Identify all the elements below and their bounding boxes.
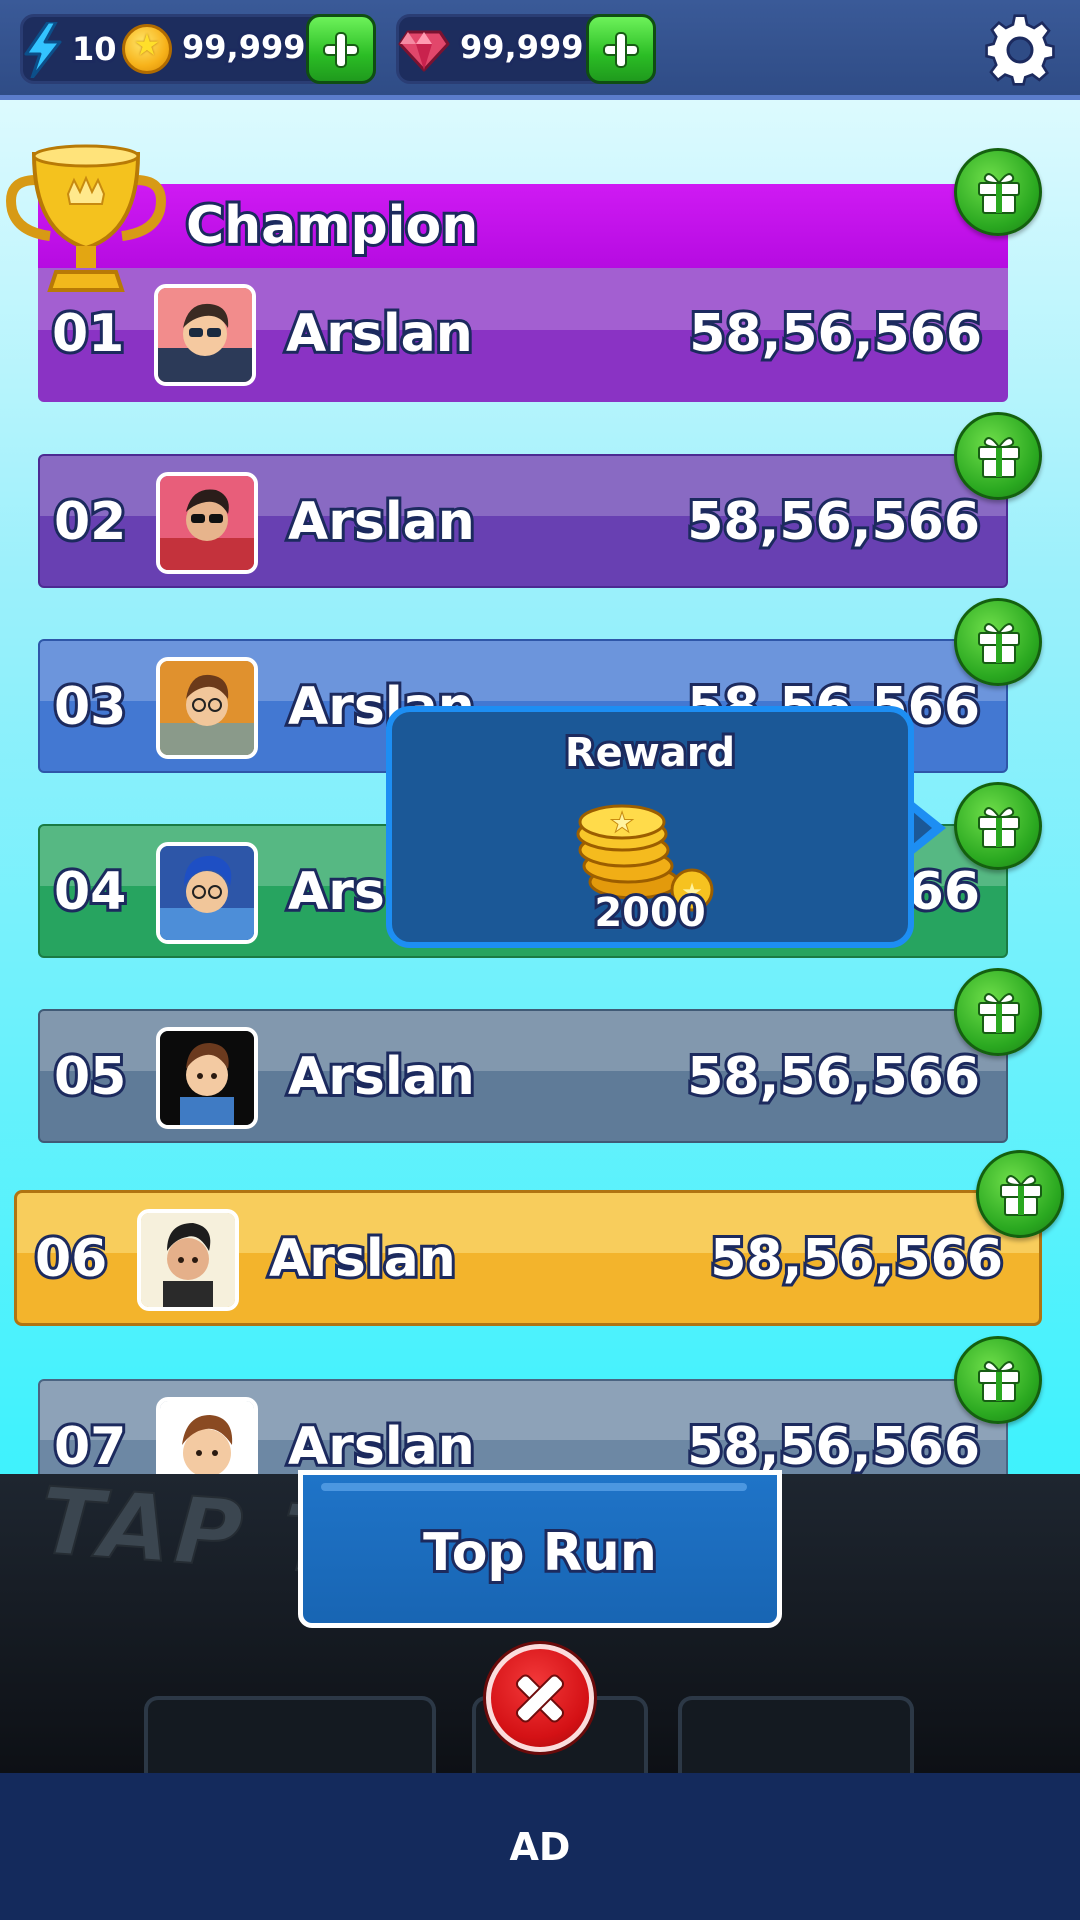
- trophy-icon: [6, 144, 166, 292]
- gift-button-06[interactable]: [976, 1150, 1064, 1238]
- coin-icon: [122, 24, 172, 74]
- leaderboard-row-02[interactable]: 02 Arslan 58,56,566: [38, 454, 1008, 588]
- add-gems-button[interactable]: [586, 14, 656, 84]
- rank-number: 02: [51, 489, 129, 555]
- avatar: [154, 284, 256, 386]
- ad-label: AD: [509, 1825, 571, 1869]
- gift-icon: [1000, 1175, 1042, 1216]
- svg-text:★: ★: [609, 806, 634, 839]
- lightning-icon: [24, 22, 62, 78]
- gift-icon: [978, 993, 1020, 1034]
- avatar: [156, 1027, 258, 1129]
- leaderboard-row-01[interactable]: 01 Arslan 58,56,566: [38, 268, 1008, 402]
- player-score: 58,56,566: [686, 301, 985, 367]
- gear-icon[interactable]: [980, 10, 1060, 90]
- ad-banner[interactable]: AD: [0, 1773, 1080, 1920]
- gem-icon: [398, 30, 450, 72]
- player-score: 58,56,566: [684, 489, 983, 555]
- avatar: [156, 657, 258, 759]
- player-name: Arslan: [285, 1414, 478, 1480]
- avatar: [156, 842, 258, 944]
- champion-banner: [38, 184, 1008, 274]
- rank-number: 05: [51, 1044, 129, 1110]
- rank-number: 01: [49, 301, 127, 367]
- top-run-button[interactable]: Top Run: [298, 1470, 782, 1628]
- rank-number: 04: [51, 859, 129, 925]
- player-score: 58,56,566: [684, 1044, 983, 1110]
- gift-icon: [978, 1361, 1020, 1402]
- player-score: 58,56,566: [684, 1414, 983, 1480]
- player-score: 58,56,566: [707, 1226, 1006, 1292]
- gift-button-02[interactable]: [954, 412, 1042, 500]
- gift-icon: [978, 173, 1020, 214]
- leaderboard-row-06-current-player[interactable]: 06 Arslan 58,56,566: [14, 1190, 1042, 1326]
- top-bar: 10 99,999 99,999: [0, 0, 1080, 100]
- avatar: [137, 1209, 239, 1311]
- gift-button-01[interactable]: [954, 148, 1042, 236]
- avatar: [156, 472, 258, 574]
- reward-amount: 2000: [591, 887, 708, 939]
- top-run-label: Top Run: [420, 1520, 660, 1586]
- champion-title: Champion: [183, 193, 481, 259]
- reward-title: Reward: [562, 727, 738, 779]
- gift-icon: [978, 623, 1020, 664]
- rank-number: 06: [32, 1226, 110, 1292]
- reward-popup: Reward ★ ★ 2000: [386, 706, 914, 948]
- player-name: Arslan: [285, 1044, 478, 1110]
- gift-button-03[interactable]: [954, 598, 1042, 686]
- gift-icon: [978, 437, 1020, 478]
- gem-count: 99,999: [457, 25, 587, 69]
- leaderboard-row-05[interactable]: 05 Arslan 58,56,566: [38, 1009, 1008, 1143]
- coin-count: 99,999: [179, 25, 309, 69]
- gift-icon: [978, 807, 1020, 848]
- gift-button-07[interactable]: [954, 1336, 1042, 1424]
- player-name: Arslan: [283, 301, 476, 367]
- gift-button-05[interactable]: [954, 968, 1042, 1056]
- add-coins-button[interactable]: [306, 14, 376, 84]
- gift-button-04[interactable]: [954, 782, 1042, 870]
- player-name: Arslan: [266, 1226, 459, 1292]
- energy-count: 10: [69, 27, 119, 71]
- rank-number: 03: [51, 674, 129, 740]
- player-name: Arslan: [285, 489, 478, 555]
- close-icon[interactable]: [486, 1644, 594, 1752]
